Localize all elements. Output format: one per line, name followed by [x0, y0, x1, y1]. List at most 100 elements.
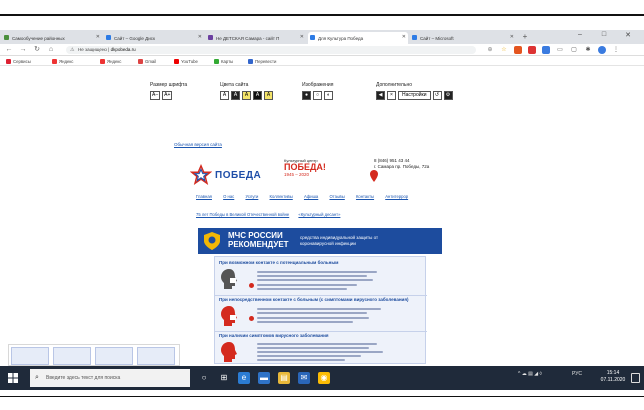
task-view-icon[interactable]: ○ [198, 372, 210, 384]
store-icon[interactable]: ▬ [258, 372, 270, 384]
bookmark-item[interactable]: Gmail [138, 57, 156, 65]
url-prefix: Не защищено | [78, 47, 110, 52]
search-placeholder: Введите здесь текст для поиска [46, 375, 121, 381]
reset-icon[interactable]: ↺ [432, 91, 442, 100]
profile-avatar-icon[interactable] [598, 46, 606, 54]
zoom-icon[interactable]: ⊕ [486, 46, 494, 54]
clock[interactable]: 15:14 07.11.2020 [598, 370, 628, 384]
color-scheme-black-button[interactable]: A [231, 91, 240, 100]
maximize-button[interactable]: □ [594, 31, 614, 38]
close-tab-icon[interactable]: ✕ [510, 34, 514, 40]
close-tab-icon[interactable]: ✕ [96, 34, 100, 40]
puzzle-icon[interactable]: ✱ [584, 46, 592, 54]
tab-4-active[interactable]: Для Культура Победа ✕ [308, 32, 408, 44]
web-page: Размер шрифта A– A+ Цвета сайта A A A A … [0, 66, 644, 364]
home-icon[interactable]: ⌂ [46, 45, 56, 55]
color-scheme-yellow-button[interactable]: A [242, 91, 251, 100]
warning-icon [249, 283, 254, 288]
close-tab-icon[interactable]: ✕ [300, 34, 304, 40]
center-pobeda: ПОБЕДА! [284, 162, 326, 172]
settings-button[interactable]: Настройки [398, 91, 431, 100]
color-scheme-contrast-button[interactable]: A [253, 91, 262, 100]
tab-1[interactable]: Самообучение районных ✕ [2, 32, 102, 44]
speaker-icon[interactable]: ◀ [376, 91, 385, 100]
bookmark-item[interactable]: Перевести [248, 57, 276, 65]
images-off-icon[interactable]: ◐ [324, 91, 333, 100]
accessibility-panel: Размер шрифта A– A+ Цвета сайта A A A A … [150, 82, 490, 118]
info-section-1: При возможном контакте с потенциальным б… [215, 260, 427, 294]
mail-icon[interactable]: ✉ [298, 372, 310, 384]
bookmark-item[interactable]: Карты [214, 57, 233, 65]
images-title: Изображения [302, 82, 334, 88]
tray-icons[interactable]: ^ ☁ ▤ ◢ ◊ [518, 371, 542, 377]
normal-version-link[interactable]: Обычная версия сайта [174, 142, 222, 147]
tab-5[interactable]: Сайт – Microsoft ✕ [410, 32, 516, 44]
color-scheme-white-button[interactable]: A [220, 91, 229, 100]
language-indicator[interactable]: РУС [572, 371, 582, 377]
bookmark-item[interactable]: Яндекс [100, 57, 121, 65]
bookmark-item[interactable]: YouTube [174, 57, 198, 65]
windows-start-icon[interactable] [8, 373, 18, 383]
images-grey-icon[interactable]: ○ [313, 91, 322, 100]
extension-icon[interactable] [528, 46, 536, 54]
gear-icon[interactable]: ⚙ [443, 91, 453, 100]
menu-item-reviews[interactable]: Отзывы [329, 194, 344, 199]
edge-icon[interactable]: e [238, 372, 250, 384]
url-text: dkpobeda.ru [110, 47, 136, 52]
tab-2[interactable]: Сайт – Google Диск ✕ [104, 32, 204, 44]
tab-search-icon[interactable]: ▢ [570, 46, 578, 54]
url-input[interactable]: ⚠ Не защищено | dkpobeda.ru [66, 46, 476, 54]
menu-item-antiterror[interactable]: Антитеррор [385, 194, 408, 199]
chrome-icon[interactable]: ◉ [318, 372, 330, 384]
color-scheme-beige-button[interactable]: A [264, 91, 273, 100]
close-tab-icon[interactable]: ✕ [198, 34, 202, 40]
tab-favicon-icon [106, 35, 111, 40]
tab-3[interactable]: Не ДЕТСКАЯ Самара - сайт П ✕ [206, 32, 306, 44]
menu-kebab-icon[interactable]: ⋮ [612, 46, 620, 54]
reload-icon[interactable]: ↻ [32, 45, 42, 55]
submenu-item-victory[interactable]: 75 лет Победы в Великой Отечественной во… [196, 212, 289, 217]
bookmark-item[interactable]: Сервисы [6, 57, 31, 65]
bookmark-star-icon[interactable]: ☆ [500, 46, 508, 54]
submenu-item-culture[interactable]: «Культурный десант» [298, 212, 340, 217]
notification-icon[interactable] [631, 373, 640, 383]
menu-item-poster[interactable]: Афиша [304, 194, 318, 199]
minimize-button[interactable]: – [570, 31, 590, 38]
browser-window: Самообучение районных ✕ Сайт – Google Ди… [0, 30, 644, 364]
tab-label: Для Культура Победа [318, 35, 364, 41]
menu-item-contacts[interactable]: Контакты [356, 194, 374, 199]
address-bar: ← → ↻ ⌂ ⚠ Не защищено | dkpobeda.ru ⊕ ☆ … [0, 44, 644, 56]
menu-item-groups[interactable]: Коллективы [270, 194, 293, 199]
font-decrease-button[interactable]: A– [150, 91, 161, 100]
center-block: Культурный центр ПОБЕДА! 1945 – 2020 [284, 158, 364, 177]
forward-arrow-icon[interactable]: → [18, 45, 28, 55]
gmail-icon [138, 58, 143, 64]
bookmark-item[interactable]: Яндекс [52, 57, 73, 65]
close-window-button[interactable]: ✕ [618, 31, 638, 39]
extension-icon[interactable] [542, 46, 550, 54]
top-links: Обычная версия сайта [174, 142, 228, 147]
tab-label: Сайт – Google Диск [114, 35, 155, 41]
extension-icon[interactable] [514, 46, 522, 54]
cast-icon[interactable]: ▭ [556, 46, 564, 54]
bookmark-label: YouTube [181, 58, 198, 64]
banner-line-1: МЧС РОССИИ [228, 231, 283, 240]
font-increase-button[interactable]: A+ [162, 91, 173, 100]
task-view-2-icon[interactable]: ⊞ [218, 372, 230, 384]
tab-favicon-icon [310, 35, 315, 40]
close-tab-icon[interactable]: ✕ [402, 34, 406, 40]
menu-item-home[interactable]: Главная [196, 194, 212, 199]
back-arrow-icon[interactable]: ← [4, 45, 14, 55]
new-tab-button[interactable]: + [520, 32, 530, 42]
info-section-2: При непосредственном контакте с больным … [215, 297, 427, 331]
menu-item-about[interactable]: О нас [223, 194, 234, 199]
explorer-icon[interactable]: ▤ [278, 372, 290, 384]
frame-top [0, 0, 644, 26]
speaker-off-icon[interactable]: × [387, 91, 396, 100]
mchs-banner[interactable]: МЧС РОССИИ РЕКОМЕНДУЕТ средства индивиду… [198, 228, 442, 254]
bookmark-label: Сервисы [13, 58, 31, 64]
taskbar-search-input[interactable]: ⌕ Введите здесь текст для поиска [30, 369, 190, 387]
site-logo[interactable]: ПОБЕДА [190, 164, 261, 186]
menu-item-services[interactable]: Услуги [245, 194, 258, 199]
images-on-icon[interactable]: ● [302, 91, 311, 100]
